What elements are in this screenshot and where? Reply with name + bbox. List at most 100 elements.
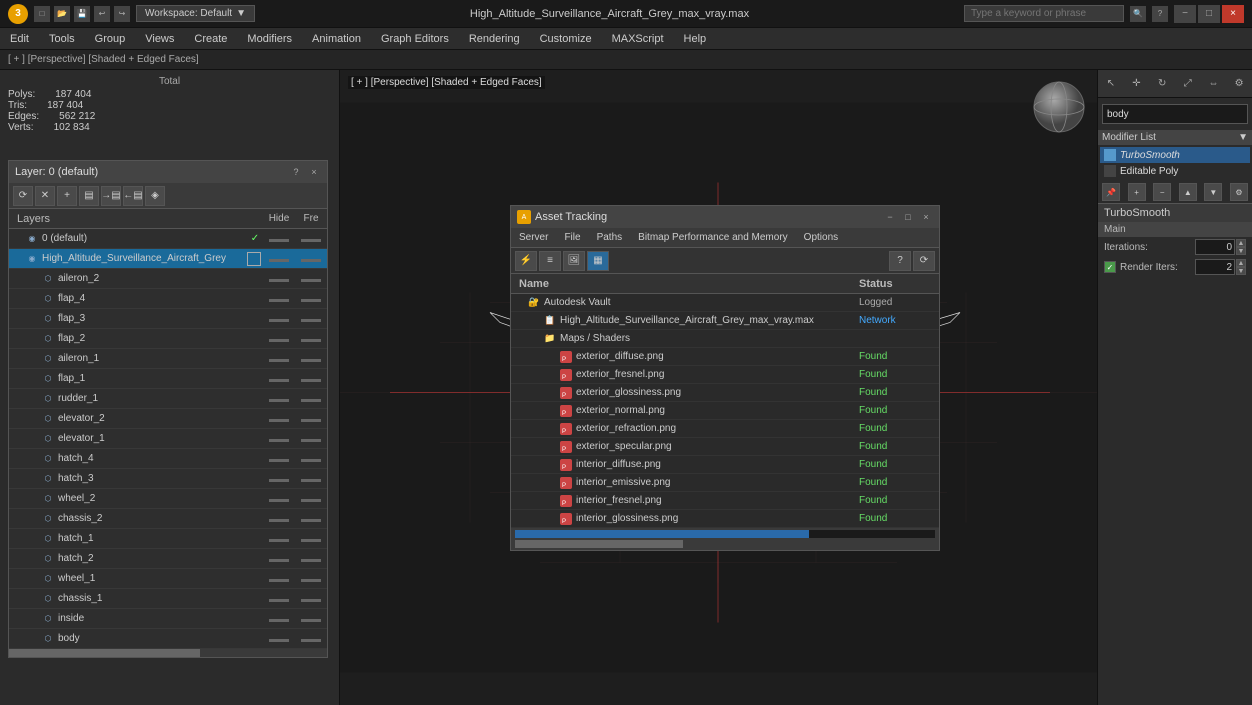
rt-settings-btn[interactable]: ⚙ <box>1229 74 1249 94</box>
menu-edit[interactable]: Edit <box>0 28 39 49</box>
layer-item[interactable]: ⬡chassis_1 <box>9 589 327 609</box>
layer-item[interactable]: ⬡elevator_1 <box>9 429 327 449</box>
asset-menu-bitmap-perf[interactable]: Bitmap Performance and Memory <box>630 228 796 247</box>
render-iters-checkbox[interactable]: ✓ <box>1104 261 1116 273</box>
asset-menu-options[interactable]: Options <box>796 228 846 247</box>
render-iters-up-btn[interactable]: ▲ <box>1236 259 1246 267</box>
asset-tb-btn-4[interactable]: ▦ <box>587 251 609 271</box>
rt-select-btn[interactable]: ↖ <box>1101 74 1121 94</box>
asset-menu-paths[interactable]: Paths <box>589 228 631 247</box>
layer-select-by-layer-btn[interactable]: ▤ <box>79 186 99 206</box>
layer-item[interactable]: ⬡hatch_4 <box>9 449 327 469</box>
open-button[interactable]: 📂 <box>54 6 70 22</box>
rt-move-btn[interactable]: ✛ <box>1126 74 1146 94</box>
menu-customize[interactable]: Customize <box>530 28 602 49</box>
layer-item[interactable]: ⬡flap_3 <box>9 309 327 329</box>
layer-delete-btn[interactable]: ✕ <box>35 186 55 206</box>
iterations-down-btn[interactable]: ▼ <box>1236 247 1246 255</box>
modifier-add-btn[interactable]: + <box>1128 183 1146 201</box>
menu-animation[interactable]: Animation <box>302 28 371 49</box>
asset-list-item[interactable]: 📋High_Altitude_Surveillance_Aircraft_Gre… <box>511 312 939 330</box>
layer-close-button[interactable]: × <box>307 165 321 179</box>
modifier-section-turbosmooth[interactable]: TurboSmooth <box>1098 203 1252 222</box>
layer-item[interactable]: ⬡hatch_1 <box>9 529 327 549</box>
search-button[interactable]: 🔍 <box>1130 6 1146 22</box>
rt-mirror-btn[interactable]: ⇔ <box>1203 74 1223 94</box>
asset-scrollbar[interactable] <box>515 540 935 548</box>
rt-rotate-btn[interactable]: ↻ <box>1152 74 1172 94</box>
undo-button[interactable]: ↩ <box>94 6 110 22</box>
asset-minimize-button[interactable]: − <box>883 210 897 224</box>
asset-list-item[interactable]: Pexterior_refraction.pngFound <box>511 420 939 438</box>
modifier-config-btn[interactable]: ⚙ <box>1230 183 1248 201</box>
asset-tb-btn-3[interactable]: 🖼 <box>563 251 585 271</box>
asset-list-item[interactable]: Pexterior_specular.pngFound <box>511 438 939 456</box>
menu-group[interactable]: Group <box>85 28 136 49</box>
asset-tb-btn-1[interactable]: ⚡ <box>515 251 537 271</box>
layer-refresh-btn[interactable]: ⟳ <box>13 186 33 206</box>
layer-item[interactable]: ⬡flap_4 <box>9 289 327 309</box>
layer-item[interactable]: ⬡body <box>9 629 327 649</box>
menu-tools[interactable]: Tools <box>39 28 85 49</box>
minimize-button[interactable]: − <box>1174 5 1196 23</box>
menu-rendering[interactable]: Rendering <box>459 28 530 49</box>
asset-tb-help-btn[interactable]: ? <box>889 251 911 271</box>
menu-modifiers[interactable]: Modifiers <box>237 28 302 49</box>
rt-scale-btn[interactable]: ⤢ <box>1178 74 1198 94</box>
asset-list-item[interactable]: 🔐Autodesk VaultLogged <box>511 294 939 312</box>
menu-create[interactable]: Create <box>184 28 237 49</box>
new-button[interactable]: □ <box>34 6 50 22</box>
layer-item[interactable]: ⬡aileron_1 <box>9 349 327 369</box>
asset-list-item[interactable]: 📁Maps / Shaders <box>511 330 939 348</box>
asset-menu-server[interactable]: Server <box>511 228 556 247</box>
modifier-list-label[interactable]: Modifier List ▼ <box>1098 130 1252 145</box>
asset-list-item[interactable]: Pinterior_glossiness.pngFound <box>511 510 939 528</box>
close-button[interactable]: × <box>1222 5 1244 23</box>
asset-list-item[interactable]: Pexterior_glossiness.pngFound <box>511 384 939 402</box>
modifier-turbosmooth[interactable]: TurboSmooth <box>1100 147 1250 163</box>
asset-tb-btn-2[interactable]: ≡ <box>539 251 561 271</box>
layer-item[interactable]: ⬡inside <box>9 609 327 629</box>
viewport-navigation-sphere[interactable] <box>1032 80 1087 135</box>
layer-item[interactable]: ⬡rudder_1 <box>9 389 327 409</box>
modifier-remove-btn[interactable]: − <box>1153 183 1171 201</box>
save-button[interactable]: 💾 <box>74 6 90 22</box>
layer-item[interactable]: ⬡hatch_3 <box>9 469 327 489</box>
modifier-render-iters-input[interactable] <box>1195 259 1235 275</box>
modifier-editable-poly[interactable]: Editable Poly <box>1100 163 1250 179</box>
layer-remove-from-btn[interactable]: ←▤ <box>123 186 143 206</box>
layer-item[interactable]: ⬡wheel_2 <box>9 489 327 509</box>
help-button[interactable]: ? <box>1152 6 1168 22</box>
redo-button[interactable]: ↪ <box>114 6 130 22</box>
asset-list-item[interactable]: Pexterior_diffuse.pngFound <box>511 348 939 366</box>
asset-tb-refresh-btn[interactable]: ⟳ <box>913 251 935 271</box>
layer-add-to-btn[interactable]: →▤ <box>101 186 121 206</box>
layer-scrollbar[interactable] <box>9 649 327 657</box>
layer-help-button[interactable]: ? <box>289 165 303 179</box>
layer-item[interactable]: ⬡wheel_1 <box>9 569 327 589</box>
menu-help[interactable]: Help <box>674 28 717 49</box>
modifier-pin-btn[interactable]: 📌 <box>1102 183 1120 201</box>
menu-views[interactable]: Views <box>135 28 184 49</box>
workspace-dropdown[interactable]: Workspace: Default ▼ <box>136 5 255 22</box>
asset-menu-file[interactable]: File <box>556 228 588 247</box>
layer-item[interactable]: ⬡flap_2 <box>9 329 327 349</box>
asset-close-button[interactable]: × <box>919 210 933 224</box>
render-iters-down-btn[interactable]: ▼ <box>1236 267 1246 275</box>
layer-item[interactable]: ⬡flap_1 <box>9 369 327 389</box>
layer-item[interactable]: ⬡chassis_2 <box>9 509 327 529</box>
modifier-iterations-input[interactable] <box>1195 239 1235 255</box>
menu-maxscript[interactable]: MAXScript <box>602 28 674 49</box>
asset-list-item[interactable]: Pinterior_fresnel.pngFound <box>511 492 939 510</box>
asset-restore-button[interactable]: □ <box>901 210 915 224</box>
modifier-down-btn[interactable]: ▼ <box>1204 183 1222 201</box>
layer-item[interactable]: ⬡elevator_2 <box>9 409 327 429</box>
restore-button[interactable]: □ <box>1198 5 1220 23</box>
layer-set-current-btn[interactable]: ◈ <box>145 186 165 206</box>
modifier-name-input[interactable] <box>1102 104 1248 124</box>
iterations-up-btn[interactable]: ▲ <box>1236 239 1246 247</box>
asset-list-item[interactable]: Pinterior_diffuse.pngFound <box>511 456 939 474</box>
search-input[interactable] <box>964 5 1124 22</box>
layer-add-btn[interactable]: + <box>57 186 77 206</box>
asset-list-item[interactable]: Pexterior_normal.pngFound <box>511 402 939 420</box>
